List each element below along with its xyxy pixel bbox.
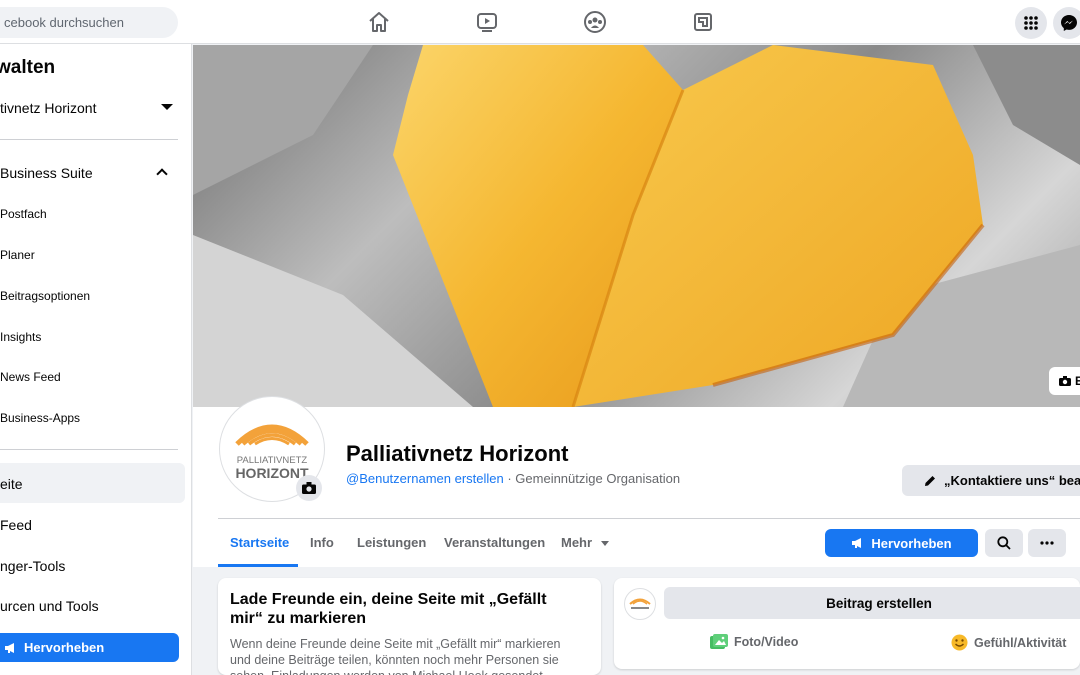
pencil-icon — [925, 475, 935, 486]
caret-down-icon — [600, 541, 609, 547]
origami-heart-image — [193, 45, 1080, 407]
page-title: Palliativnetz Horizont — [346, 441, 569, 466]
search-input[interactable]: cebook durchsuchen — [0, 7, 178, 38]
avatar-camera-button[interactable] — [296, 475, 322, 501]
chevron-up-icon[interactable] — [156, 168, 168, 180]
megaphone-icon — [852, 538, 862, 548]
sidebar-item-insights[interactable]: Insights — [0, 330, 41, 344]
tab-startseite[interactable]: Startseite — [230, 535, 289, 550]
sidebar: walten tivnetz Horizont Business Suite P… — [0, 44, 192, 675]
top-bar: cebook durchsuchen — [0, 0, 1080, 44]
logo-text-line2: HORIZONT — [235, 465, 309, 481]
sidebar-item-seite[interactable]: eite — [0, 476, 23, 492]
sidebar-active-highlight — [0, 463, 185, 503]
edit-contact-button[interactable]: „Kontaktiere uns“ bear — [902, 465, 1080, 496]
tab-mehr[interactable]: Mehr — [561, 535, 609, 550]
invite-card-title: Lade Freunde ein, deine Seite mit „Gefäl… — [230, 591, 547, 627]
sidebar-item-resources[interactable]: urcen und Tools — [0, 598, 99, 614]
sidebar-item-beitragsoptionen[interactable]: Beitragsoptionen — [0, 289, 90, 303]
feeling-activity-label: Gefühl/Aktivität — [974, 635, 1067, 650]
invite-card-text: Wenn deine Freunde deine Seite mit „Gefä… — [230, 637, 561, 675]
sidebar-title: walten — [0, 57, 56, 78]
page-category: · Gemeinnützige Organisation — [503, 471, 681, 486]
tab-info[interactable]: Info — [310, 535, 334, 550]
tab-mehr-label: Mehr — [561, 535, 593, 550]
camera-icon — [1059, 376, 1071, 386]
tab-divider — [218, 518, 1080, 519]
camera-icon — [302, 482, 316, 494]
sidebar-item-business-suite[interactable]: Business Suite — [0, 165, 93, 181]
smiley-icon — [951, 634, 968, 651]
sidebar-item-news-feed[interactable]: News Feed — [0, 370, 61, 384]
groups-icon[interactable] — [582, 9, 608, 35]
cover-photo[interactable] — [193, 45, 1080, 407]
photo-icon — [710, 634, 728, 649]
photo-video-label: Foto/Video — [734, 635, 799, 649]
search-button[interactable] — [985, 529, 1023, 557]
palliativnetz-logo-small — [629, 598, 651, 609]
sidebar-item-business-apps[interactable]: Business-Apps — [0, 411, 80, 425]
invite-friends-card: Lade Freunde ein, deine Seite mit „Gefäl… — [218, 578, 601, 675]
post-composer-card: Beitrag erstellen Foto/Video Gefühl/Akti… — [614, 578, 1080, 669]
create-post-button[interactable]: Beitrag erstellen — [664, 587, 1080, 619]
edit-cover-label: E — [1075, 374, 1080, 388]
page-subtitle: @Benutzernamen erstellen · Gemeinnützige… — [346, 471, 680, 486]
more-options-button[interactable] — [1028, 529, 1066, 557]
watch-icon[interactable] — [474, 9, 500, 35]
tab-leistungen[interactable]: Leistungen — [357, 535, 426, 550]
caret-down-icon[interactable] — [161, 104, 173, 110]
search-icon — [997, 536, 1011, 550]
home-icon[interactable] — [366, 9, 392, 35]
feeling-activity-button[interactable]: Gefühl/Aktivität — [951, 634, 1066, 651]
page-selector[interactable]: tivnetz Horizont — [0, 100, 96, 116]
sidebar-item-planer[interactable]: Planer — [0, 248, 35, 262]
edit-cover-button[interactable]: E — [1049, 367, 1080, 395]
sidebar-boost-button[interactable]: Hervorheben — [0, 633, 179, 662]
megaphone-icon — [5, 642, 14, 653]
more-dots-icon — [1040, 541, 1054, 545]
photo-video-button[interactable]: Foto/Video — [710, 634, 798, 650]
sidebar-divider — [0, 449, 178, 450]
messenger-icon[interactable] — [1053, 7, 1080, 39]
sidebar-item-tools[interactable]: nger-Tools — [0, 558, 65, 574]
boost-button[interactable]: Hervorheben — [825, 529, 978, 557]
sidebar-item-feed[interactable]: Feed — [0, 517, 32, 533]
gaming-icon[interactable] — [690, 9, 716, 35]
sidebar-boost-label: Hervorheben — [24, 640, 105, 655]
sidebar-divider — [0, 139, 178, 140]
sidebar-item-postfach[interactable]: Postfach — [0, 207, 47, 221]
tab-veranstaltungen[interactable]: Veranstaltungen — [444, 535, 545, 550]
create-username-link[interactable]: @Benutzernamen erstellen — [346, 471, 504, 486]
menu-grid-icon[interactable] — [1015, 7, 1047, 39]
boost-button-label: Hervorheben — [871, 535, 952, 551]
active-tab-indicator — [218, 564, 298, 567]
composer-avatar — [624, 588, 656, 620]
edit-contact-label: „Kontaktiere uns“ bear — [944, 473, 1080, 488]
